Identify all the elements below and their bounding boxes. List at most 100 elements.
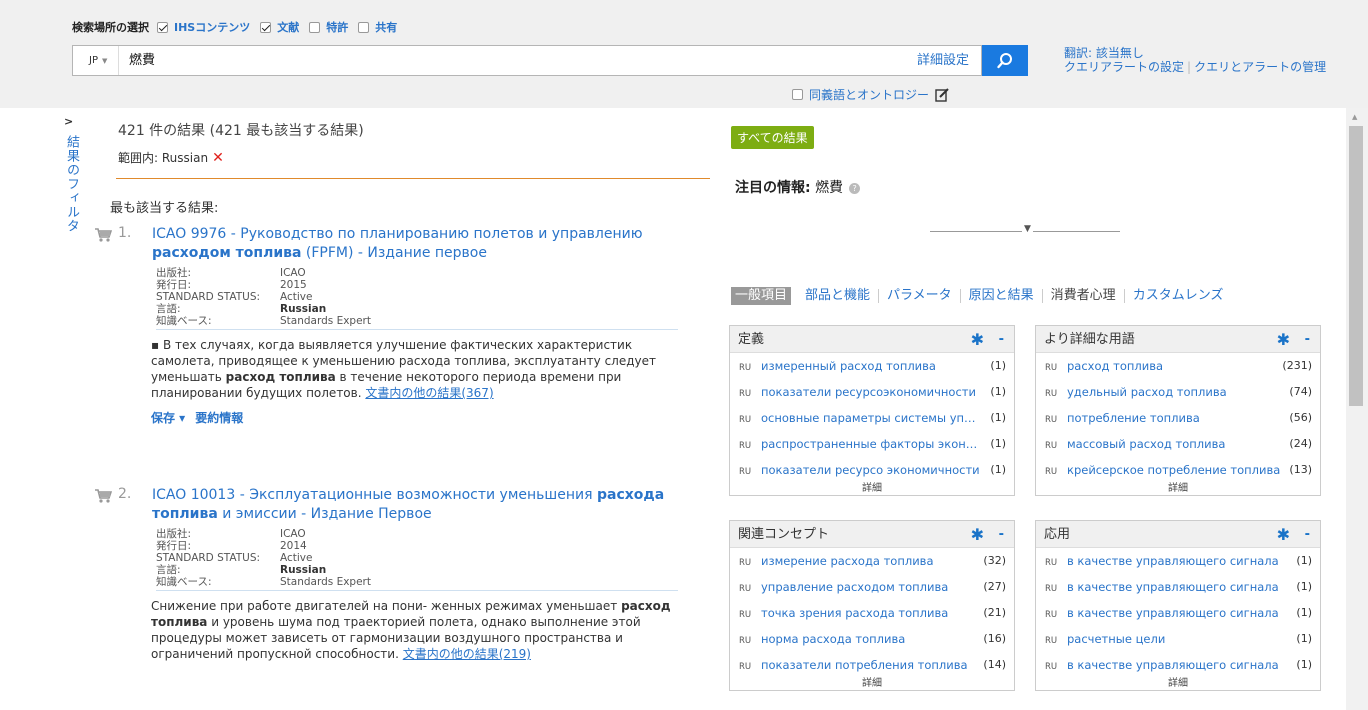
list-item[interactable]: RU распространенные факторы экономии (1) bbox=[730, 431, 1014, 457]
save-button[interactable]: 保存 ▾ bbox=[151, 411, 185, 425]
search-icon bbox=[997, 52, 1012, 68]
concept-box-narrower-terms: より詳細な用語 ✱ - RU расход топлива (231) RU удель… bbox=[1035, 325, 1321, 496]
result-snippet: ▪ В тех случаях, когда выявляется улучше… bbox=[151, 338, 656, 400]
advanced-settings-link[interactable]: 詳細設定 bbox=[917, 46, 969, 75]
gear-icon[interactable]: ✱ bbox=[971, 332, 984, 348]
scope-checkbox-patents[interactable] bbox=[309, 21, 321, 33]
list-item[interactable]: RU управление расходом топлива (27) bbox=[730, 574, 1014, 600]
result-meta: 出版社: ICAO 発行日: 2014 STANDARD STATUS: Active… bbox=[156, 528, 371, 588]
list-item[interactable]: RU массовый расход топлива (24) bbox=[1036, 431, 1320, 457]
concept-box-applications: 応用 ✱ - RU в качестве управляющего сигнала(… bbox=[1035, 520, 1321, 691]
list-item[interactable]: RU потребление топлива (56) bbox=[1036, 405, 1320, 431]
result-number: 2. bbox=[118, 486, 132, 502]
filter-label[interactable]: 結果のフィルタ bbox=[62, 135, 81, 233]
language-select[interactable]: JP ▼ bbox=[73, 46, 119, 75]
summary-link[interactable]: 要約情報 bbox=[195, 411, 243, 425]
translation-link[interactable]: 翻訳: 該当無し bbox=[1064, 46, 1344, 60]
manage-queries-link[interactable]: クエリとアラートの管理 bbox=[1194, 60, 1326, 74]
list-item[interactable]: RU показатели ресурсо экономичности (1) bbox=[730, 457, 1014, 483]
box-header: 関連コンセプト ✱ - bbox=[730, 521, 1014, 548]
list-item[interactable]: RU показатели потребления топлива (14) bbox=[730, 652, 1014, 678]
result-title-link[interactable]: ICAO 10013 - Эксплуатационные возможност… bbox=[152, 486, 692, 524]
tab-custom-lens[interactable]: カスタムレンズ bbox=[1125, 289, 1232, 303]
lens-tabs: 一般項目 部品と機能 パラメータ 原因と結果 消費者心理 カスタムレンズ bbox=[731, 287, 1231, 305]
scrollbar[interactable]: ▲ bbox=[1346, 108, 1368, 710]
list-item[interactable]: RU в качестве управляющего сигнала (1) bbox=[1036, 600, 1320, 626]
synonym-toggle[interactable]: 同義語とオントロジー bbox=[792, 86, 949, 103]
tab-parameters[interactable]: パラメータ bbox=[879, 289, 961, 303]
synonym-label[interactable]: 同義語とオントロジー bbox=[809, 86, 929, 103]
list-item[interactable]: RU измеренный расход топлива (1) bbox=[730, 353, 1014, 379]
scope-checkbox-ihs[interactable] bbox=[157, 21, 168, 33]
list-item[interactable]: RU в качестве управляющего сигнала (1) bbox=[1036, 574, 1320, 600]
list-item[interactable]: RU измерение расхода топлива (32) bbox=[730, 548, 1014, 574]
language-value: JP bbox=[89, 55, 98, 66]
box-title: 定義 bbox=[738, 332, 765, 347]
list-item[interactable]: RU удельный расход топлива (74) bbox=[1036, 379, 1320, 405]
more-link[interactable]: 詳細 bbox=[730, 678, 1014, 690]
cart-icon[interactable] bbox=[94, 227, 112, 243]
concept-box-related: 関連コンセプト ✱ - RU измерение расхода топлива (3… bbox=[729, 520, 1015, 691]
scroll-up-icon[interactable]: ▲ bbox=[1352, 113, 1357, 121]
tab-parts[interactable]: 部品と機能 bbox=[797, 289, 880, 303]
box-header: 定義 ✱ - bbox=[730, 326, 1014, 353]
concept-box-definitions: 定義 ✱ - RU измеренный расход топлива (1) RU п… bbox=[729, 325, 1015, 496]
query-alert-link[interactable]: クエリアラートの設定 bbox=[1064, 60, 1184, 74]
gear-icon[interactable]: ✱ bbox=[1277, 527, 1290, 543]
box-title: 関連コンセプト bbox=[738, 527, 830, 542]
chevron-down-icon: ▼ bbox=[101, 57, 108, 65]
scope-option-docs[interactable]: 文献 bbox=[277, 19, 299, 35]
more-results-link[interactable]: 文書内の他の結果(219) bbox=[403, 647, 531, 661]
search-scope: 検索場所の選択 IHSコンテンツ 文献 特許 共有 bbox=[72, 19, 401, 35]
result-count: 421 件の結果 (421 最も該当する結果) bbox=[118, 123, 364, 139]
divider bbox=[156, 329, 678, 330]
list-item[interactable]: RU в качестве управляющего сигнала (1) bbox=[1036, 548, 1320, 574]
scope-checkbox-docs[interactable] bbox=[260, 21, 272, 33]
tab-general[interactable]: 一般項目 bbox=[731, 287, 792, 305]
collapse-icon[interactable]: - bbox=[999, 326, 1004, 353]
filter-toggle[interactable]: > 結果のフィルタ bbox=[60, 115, 84, 315]
collapse-icon[interactable]: - bbox=[1305, 326, 1310, 353]
result-number: 1. bbox=[118, 225, 132, 241]
more-link[interactable]: 詳細 bbox=[1036, 483, 1320, 495]
scope-option-shared[interactable]: 共有 bbox=[375, 19, 397, 35]
search-box: JP ▼ 燃費 詳細設定 bbox=[72, 45, 982, 76]
list-item[interactable]: RU расчетные цели (1) bbox=[1036, 626, 1320, 652]
chevron-right-icon[interactable]: > bbox=[64, 115, 73, 128]
collapse-icon[interactable]: - bbox=[999, 521, 1004, 548]
scope-checkbox-shared[interactable] bbox=[358, 21, 370, 33]
list-item[interactable]: RU крейсерское потребление топлива (13) bbox=[1036, 457, 1320, 483]
all-results-badge[interactable]: すべての結果 bbox=[731, 126, 814, 149]
remove-filter-icon[interactable]: ✕ bbox=[212, 150, 224, 166]
scope-label: 検索場所の選択 bbox=[72, 21, 149, 34]
list-item[interactable]: RU в качестве управляющего сигнала (1) bbox=[1036, 652, 1320, 678]
gear-icon[interactable]: ✱ bbox=[1277, 332, 1290, 348]
synonym-checkbox[interactable] bbox=[792, 89, 803, 100]
scope-filter: 範囲内: Russian ✕ bbox=[118, 149, 224, 166]
result-title-link[interactable]: ICAO 9976 - Руководство по планированию … bbox=[152, 225, 692, 263]
list-item[interactable]: RUосновные параметры системы управления(… bbox=[730, 405, 1014, 431]
tab-cause-effect[interactable]: 原因と結果 bbox=[961, 289, 1043, 303]
collapse-icon[interactable]: - bbox=[1305, 521, 1310, 548]
more-link[interactable]: 詳細 bbox=[1036, 678, 1320, 690]
list-item[interactable]: RU точка зрения расхода топлива (21) bbox=[730, 600, 1014, 626]
featured-label: 注目の情報: bbox=[735, 180, 811, 196]
scope-option-patents[interactable]: 特許 bbox=[326, 19, 348, 35]
divider bbox=[116, 178, 710, 179]
list-item[interactable]: RU норма расхода топлива (16) bbox=[730, 626, 1014, 652]
list-item[interactable]: RU расход топлива (231) bbox=[1036, 353, 1320, 379]
gear-icon[interactable]: ✱ bbox=[971, 527, 984, 543]
cart-icon[interactable] bbox=[94, 488, 112, 504]
scope-option-ihs[interactable]: IHSコンテンツ bbox=[174, 19, 250, 35]
more-results-link[interactable]: 文書内の他の結果(367) bbox=[365, 386, 493, 400]
chevron-down-icon[interactable]: ▼ bbox=[1022, 224, 1033, 234]
tab-consumer[interactable]: 消費者心理 bbox=[1043, 289, 1125, 303]
box-header: 応用 ✱ - bbox=[1036, 521, 1320, 548]
more-link[interactable]: 詳細 bbox=[730, 483, 1014, 495]
list-item[interactable]: RU показатели ресурсоэкономичности (1) bbox=[730, 379, 1014, 405]
help-icon[interactable]: ? bbox=[849, 182, 861, 194]
search-input[interactable]: 燃費 bbox=[129, 46, 155, 75]
scrollbar-thumb[interactable] bbox=[1349, 126, 1363, 406]
search-button[interactable] bbox=[982, 45, 1028, 76]
edit-icon[interactable] bbox=[935, 87, 949, 102]
